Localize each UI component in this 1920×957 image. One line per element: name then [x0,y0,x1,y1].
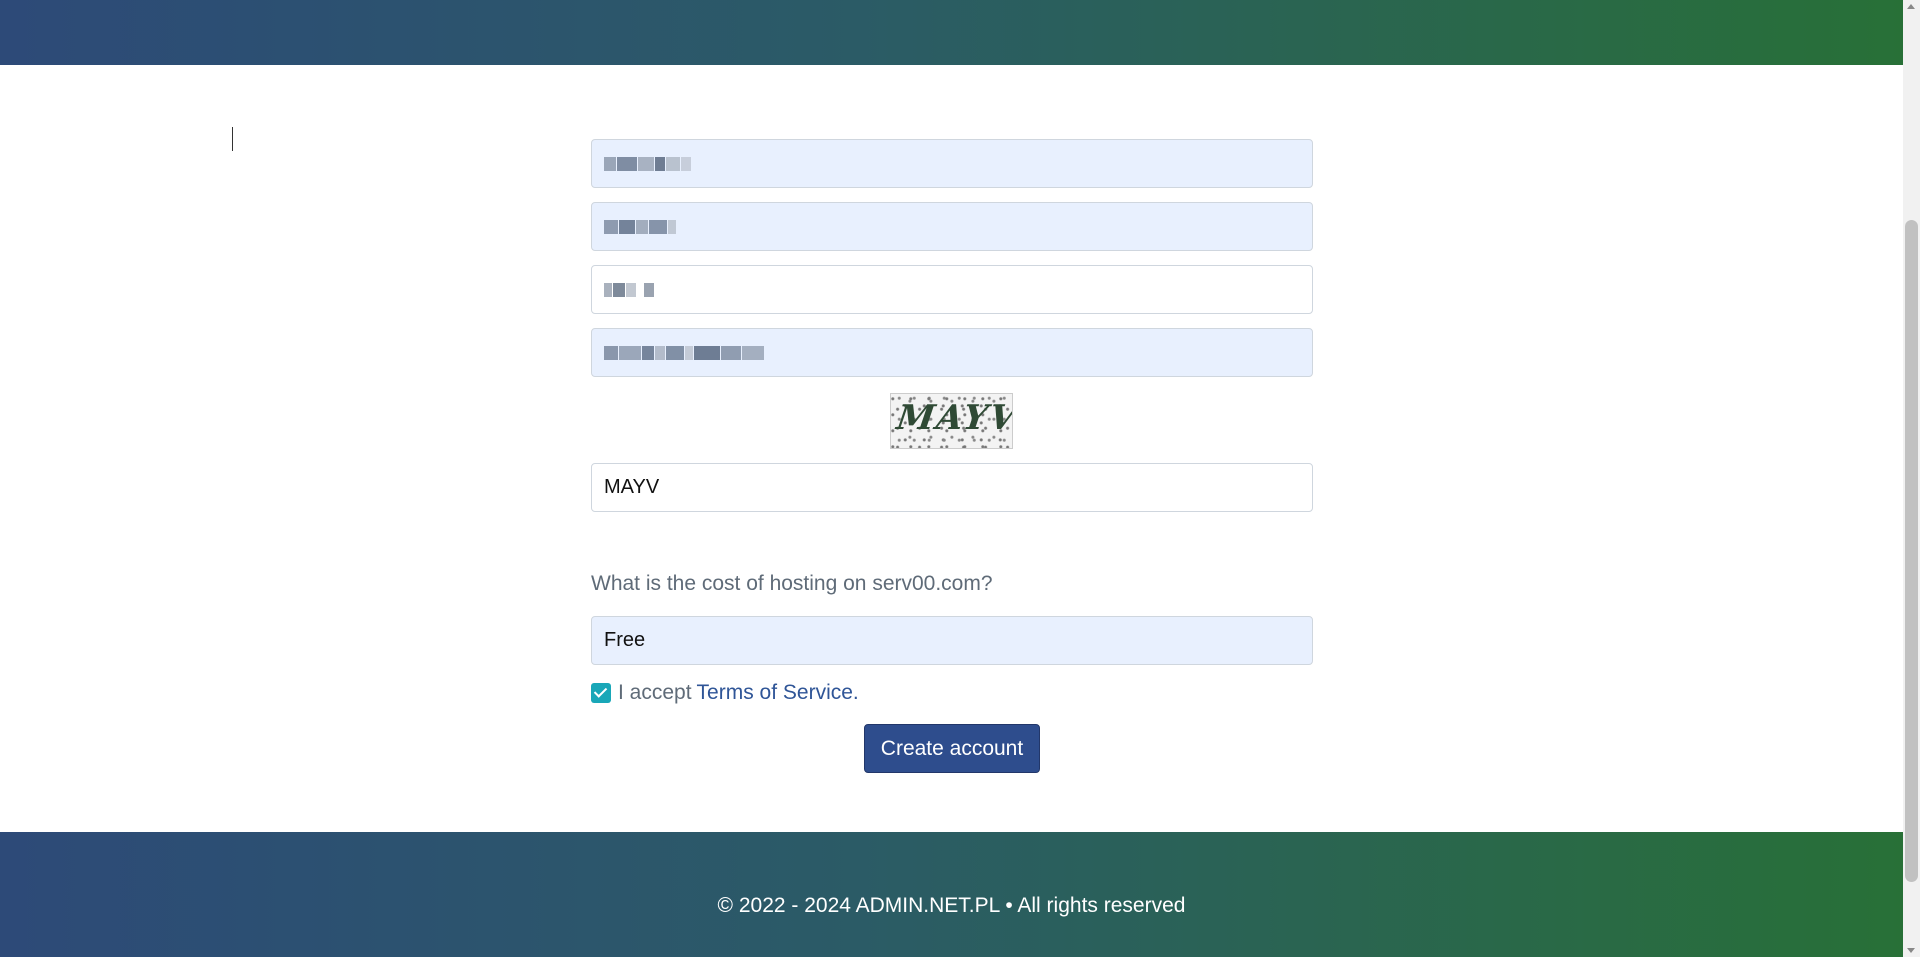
terms-label: I accept [618,681,692,704]
redacted-username [604,157,691,171]
footer-copyright: © 2022 - 2024 ADMIN.NET.PL • All rights … [717,894,1186,917]
captcha-text: MAYV [894,398,1013,438]
email-field[interactable] [591,202,1313,251]
domain-field[interactable] [591,328,1313,377]
password-field[interactable] [591,265,1313,314]
captcha-image: MAYV [890,393,1013,449]
terms-checkbox[interactable] [591,683,611,703]
redacted-email [604,220,676,234]
page: MAYV What is the cost of hosting on serv… [0,0,1920,957]
captcha-input[interactable] [591,463,1313,512]
terms-of-service-link[interactable]: Terms of Service. [697,681,859,705]
security-question-label: What is the cost of hosting on serv00.co… [591,572,993,595]
create-account-button[interactable]: Create account [864,724,1040,773]
vertical-scrollbar[interactable] [1903,0,1920,957]
footer: © 2022 - 2024 ADMIN.NET.PL • All rights … [0,832,1903,957]
redacted-domain [604,346,764,360]
header-banner [0,0,1903,65]
terms-row: I accept Terms of Service. [591,679,859,707]
username-field[interactable] [591,139,1313,188]
scroll-down-arrow-icon[interactable] [1907,948,1915,953]
scroll-up-arrow-icon[interactable] [1907,4,1915,9]
redacted-password [604,283,654,297]
scrollbar-thumb[interactable] [1905,220,1918,882]
text-caret [232,127,233,151]
security-answer-input[interactable] [591,616,1313,665]
